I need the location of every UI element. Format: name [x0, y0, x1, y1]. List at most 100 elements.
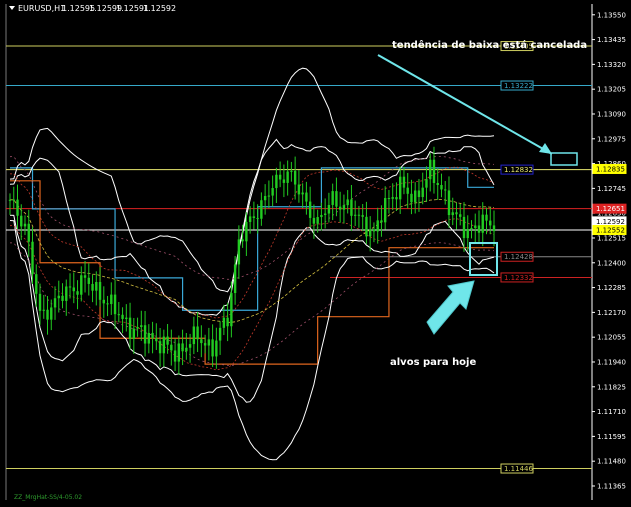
candle-body	[8, 199, 12, 201]
symbol-label: EURUSD,H1	[18, 4, 65, 13]
candle-body	[222, 317, 226, 328]
candle-body	[353, 214, 357, 216]
price-chart: 1.13550 1.13435 1.13320 1.13205 1.13090 1.129…	[0, 0, 631, 507]
candle-body	[102, 299, 105, 304]
candle-body	[477, 225, 481, 233]
price-tick-label: 1.12400	[597, 259, 626, 267]
candle-body	[241, 239, 244, 242]
candle-body	[271, 188, 274, 196]
candle-body	[151, 332, 154, 339]
price-tick-label: 1.13435	[597, 36, 626, 44]
candle-body	[218, 327, 222, 341]
candle-body	[338, 206, 342, 210]
candle-body	[429, 159, 432, 180]
candle-body	[481, 214, 484, 233]
candle-body	[256, 218, 259, 220]
candle-body	[248, 216, 252, 222]
candle-body	[447, 190, 451, 216]
candle-body	[226, 317, 229, 327]
price-tag-label: 1.12552	[596, 227, 625, 235]
candle-body	[263, 196, 267, 201]
candle-body	[383, 198, 387, 223]
candle-body	[387, 198, 391, 200]
candle-body	[444, 189, 447, 191]
candle-body	[459, 214, 462, 217]
annotation-bottom-text: alvos para hoje	[390, 357, 476, 368]
symbol-header: EURUSD,H1 1.12595 1.12599 1.12591 1.1259…	[9, 4, 176, 13]
candle-body	[27, 223, 30, 242]
candle-body	[136, 326, 139, 329]
candle-body	[462, 216, 466, 239]
candle-body	[57, 295, 60, 299]
candle-body	[207, 339, 211, 346]
candle-body	[91, 283, 94, 291]
candle-body	[50, 307, 53, 320]
candle-body	[436, 182, 439, 185]
price-tick-label: 1.12170	[597, 309, 626, 317]
candle-body	[372, 229, 376, 232]
candle-body	[327, 204, 331, 214]
candle-body	[451, 212, 454, 216]
candle-body	[65, 286, 68, 301]
candle-body	[331, 191, 334, 205]
candle-body	[128, 317, 132, 339]
candle-body	[83, 275, 87, 278]
candle-body	[117, 314, 121, 316]
candle-body	[489, 220, 492, 226]
candle-body	[267, 195, 271, 197]
candle-body	[293, 170, 297, 185]
candle-body	[406, 187, 409, 194]
price-tag-label: 1.11446	[504, 465, 533, 473]
candle-body	[132, 328, 136, 339]
candle-body	[342, 205, 346, 210]
candle-body	[278, 174, 282, 180]
price-tag-label: 1.12428	[504, 253, 533, 261]
candle-body	[20, 215, 23, 227]
price-tick-label: 1.13550	[597, 11, 626, 19]
price-tick-label: 1.12285	[597, 284, 626, 292]
price-tick-label: 1.12515	[597, 234, 626, 242]
candle-body	[357, 214, 361, 216]
candle-body	[110, 294, 113, 305]
candle-body	[233, 264, 237, 294]
candle-body	[492, 225, 496, 232]
candle-body	[16, 199, 19, 216]
price-tick-label: 1.13320	[597, 61, 626, 69]
candle-body	[98, 281, 102, 300]
candle-body	[211, 339, 214, 357]
candle-body	[286, 171, 289, 183]
candle-body	[158, 341, 162, 354]
candle-body	[23, 223, 27, 227]
candle-body	[440, 184, 443, 190]
candle-body	[380, 220, 383, 223]
candle-body	[31, 241, 34, 275]
candle-body	[290, 170, 293, 172]
candle-body	[376, 220, 379, 232]
candle-body	[410, 193, 413, 203]
candle-body	[125, 317, 128, 319]
candle-body	[155, 338, 158, 342]
candle-body	[181, 343, 184, 352]
candle-body	[316, 217, 319, 224]
candle-body	[196, 326, 199, 340]
candle-body	[466, 229, 469, 239]
candle-body	[470, 227, 473, 230]
candle-body	[170, 344, 173, 351]
candle-body	[391, 197, 394, 199]
candle-body	[425, 179, 428, 188]
candle-body	[421, 187, 424, 198]
candle-body	[203, 343, 207, 346]
candle-body	[252, 216, 256, 219]
price-tick-label: 1.11710	[597, 408, 626, 416]
price-tick-label: 1.13090	[597, 110, 626, 118]
price-tick-label: 1.11940	[597, 358, 626, 366]
candle-body	[215, 340, 218, 357]
candle-body	[61, 295, 64, 301]
price-tag-label: 1.13222	[504, 82, 533, 90]
candle-body	[42, 309, 45, 311]
candle-body	[414, 190, 417, 203]
ohlc-close: 1.12592	[143, 4, 176, 13]
candle-body	[80, 275, 83, 295]
candle-body	[192, 326, 196, 345]
candle-body	[301, 192, 304, 195]
